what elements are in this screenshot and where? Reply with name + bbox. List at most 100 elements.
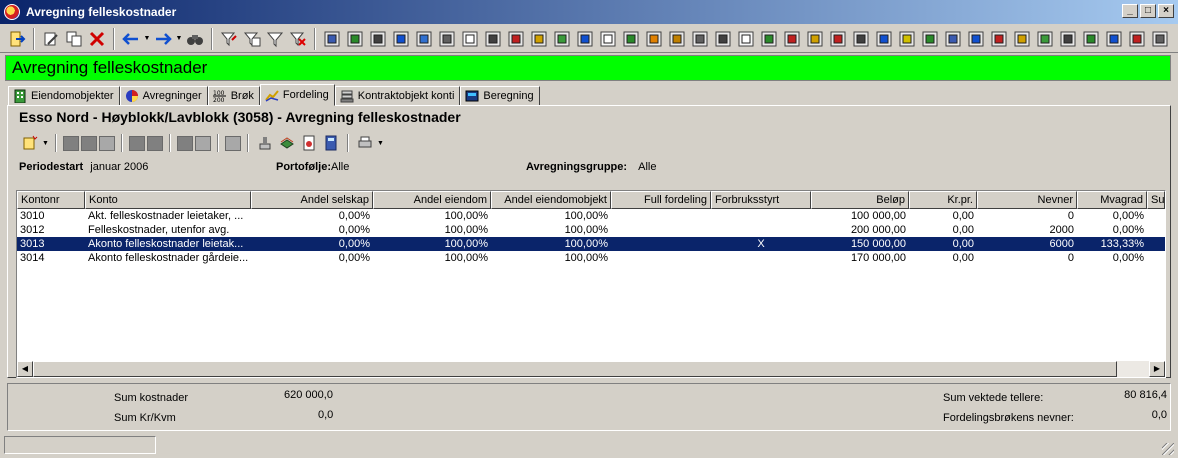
filter-table-icon[interactable] xyxy=(241,28,263,50)
horizontal-scrollbar[interactable]: ◀ ▶ xyxy=(17,361,1165,377)
phone-icon[interactable] xyxy=(1149,28,1171,50)
chevron-down-icon[interactable]: ▼ xyxy=(175,28,183,50)
key-icon[interactable] xyxy=(666,28,688,50)
document-calc-icon[interactable] xyxy=(299,133,319,153)
calculator-icon[interactable] xyxy=(321,133,341,153)
refresh-icon[interactable] xyxy=(98,135,115,151)
column-header[interactable]: Kr.pr. xyxy=(909,191,977,209)
window-icon[interactable] xyxy=(459,28,481,50)
column-header[interactable]: Andel selskap xyxy=(251,191,373,209)
settings-icon[interactable] xyxy=(1057,28,1079,50)
disabled-tool-button[interactable] xyxy=(80,135,97,151)
table-row[interactable]: 3013 Akonto felleskostnader leietak... 0,0… xyxy=(17,237,1165,251)
delete-icon[interactable] xyxy=(86,28,108,50)
person-icon[interactable] xyxy=(1103,28,1125,50)
disabled-tool-button[interactable] xyxy=(176,135,193,151)
truck-icon[interactable] xyxy=(1126,28,1148,50)
edit-icon[interactable] xyxy=(40,28,62,50)
column-header[interactable]: Forbruksstyrt xyxy=(711,191,811,209)
stack-icon xyxy=(340,89,354,103)
maximize-button[interactable]: □ xyxy=(1140,4,1156,18)
resize-grip[interactable] xyxy=(1162,443,1174,455)
close-window-button[interactable]: × xyxy=(1158,4,1174,18)
map-icon[interactable] xyxy=(1080,28,1102,50)
disabled-tool-button[interactable] xyxy=(128,135,145,151)
form-icon[interactable] xyxy=(321,28,343,50)
report-icon[interactable] xyxy=(804,28,826,50)
hierarchy-icon[interactable] xyxy=(367,28,389,50)
tab-fordeling[interactable]: Fordeling xyxy=(259,84,335,106)
tab-kontraktobjekt-konti[interactable]: Kontraktobjekt konti xyxy=(334,86,461,106)
warning-icon[interactable] xyxy=(643,28,665,50)
undo-icon[interactable] xyxy=(224,135,241,151)
table-row[interactable]: 3012 Felleskostnader, utenfor avg. 0,00% 10… xyxy=(17,223,1165,237)
grid-icon[interactable] xyxy=(344,28,366,50)
graph-icon[interactable] xyxy=(1034,28,1056,50)
column-header[interactable]: Nevner xyxy=(977,191,1077,209)
dollar-icon[interactable] xyxy=(781,28,803,50)
column-header[interactable]: Beløp xyxy=(811,191,909,209)
binoculars-icon[interactable] xyxy=(184,28,206,50)
postit-icon[interactable] xyxy=(505,28,527,50)
books-icon[interactable] xyxy=(277,133,297,153)
clear-filter-icon[interactable] xyxy=(287,28,309,50)
tool-icon[interactable] xyxy=(413,28,435,50)
table-row[interactable]: 3010 Akt. felleskostnader leietaker, ... 0… xyxy=(17,209,1165,223)
disabled-tool-button[interactable] xyxy=(194,135,211,151)
copy-icon[interactable] xyxy=(63,28,85,50)
stack-icon[interactable] xyxy=(482,28,504,50)
column-header[interactable]: Mvagrad xyxy=(1077,191,1147,209)
add-record-icon[interactable] xyxy=(20,133,40,153)
column-header[interactable]: Kontonr xyxy=(17,191,85,209)
disabled-tool-button[interactable] xyxy=(146,135,163,151)
document-icon[interactable] xyxy=(597,28,619,50)
column-header[interactable]: Su xyxy=(1147,191,1165,209)
lock-icon[interactable] xyxy=(896,28,918,50)
network-icon[interactable] xyxy=(390,28,412,50)
minimize-button[interactable]: _ xyxy=(1122,4,1138,18)
stamp-icon[interactable] xyxy=(255,133,275,153)
calendar-icon[interactable] xyxy=(574,28,596,50)
tab-avregninger[interactable]: Avregninger xyxy=(119,86,208,106)
cell-mvagrad: 0,00% xyxy=(1112,252,1144,264)
filter-edit-icon[interactable] xyxy=(218,28,240,50)
badge-icon[interactable] xyxy=(850,28,872,50)
disabled-tool-button[interactable] xyxy=(62,135,79,151)
edit-doc-icon[interactable] xyxy=(965,28,987,50)
forward-arrow-icon[interactable] xyxy=(152,28,174,50)
scroll-right-button[interactable]: ▶ xyxy=(1149,361,1165,377)
column-header[interactable]: Full fordeling xyxy=(611,191,711,209)
column-header[interactable]: Konto xyxy=(85,191,251,209)
cell-forbruksstyrt xyxy=(711,209,811,223)
checklist-icon[interactable] xyxy=(689,28,711,50)
tab-label: Beregning xyxy=(483,90,534,102)
trend-icon[interactable] xyxy=(1011,28,1033,50)
list-icon[interactable] xyxy=(436,28,458,50)
table-row[interactable]: 3014 Akonto felleskostnader gårdeie... 0,0… xyxy=(17,251,1165,265)
column-header[interactable]: Andel eiendomobjekt xyxy=(491,191,611,209)
eye-icon[interactable] xyxy=(942,28,964,50)
scroll-thumb[interactable] xyxy=(33,361,1117,377)
chevron-down-icon[interactable]: ▼ xyxy=(42,140,49,147)
column-header[interactable]: Andel eiendom xyxy=(373,191,491,209)
filter-icon[interactable] xyxy=(264,28,286,50)
back-arrow-icon[interactable] xyxy=(120,28,142,50)
tab-beregning[interactable]: Beregning xyxy=(460,86,540,106)
chart-icon[interactable] xyxy=(620,28,642,50)
tab-brøk[interactable]: 100 200 Brøk xyxy=(207,86,260,106)
scroll-left-button[interactable]: ◀ xyxy=(17,361,33,377)
exit-icon[interactable] xyxy=(6,28,28,50)
tab-eiendomobjekter[interactable]: Eiendomobjekter xyxy=(8,86,120,106)
mail-icon[interactable] xyxy=(827,28,849,50)
approve-icon[interactable] xyxy=(735,28,757,50)
register-icon[interactable] xyxy=(528,28,550,50)
light-icon[interactable] xyxy=(988,28,1010,50)
arrow-out-icon[interactable] xyxy=(919,28,941,50)
folder-icon[interactable] xyxy=(758,28,780,50)
pen-icon[interactable] xyxy=(712,28,734,50)
image-icon[interactable] xyxy=(551,28,573,50)
printer-icon[interactable] xyxy=(355,133,375,153)
chevron-down-icon[interactable]: ▼ xyxy=(377,140,384,147)
chevron-down-icon[interactable]: ▼ xyxy=(143,28,151,50)
ship-icon[interactable] xyxy=(873,28,895,50)
